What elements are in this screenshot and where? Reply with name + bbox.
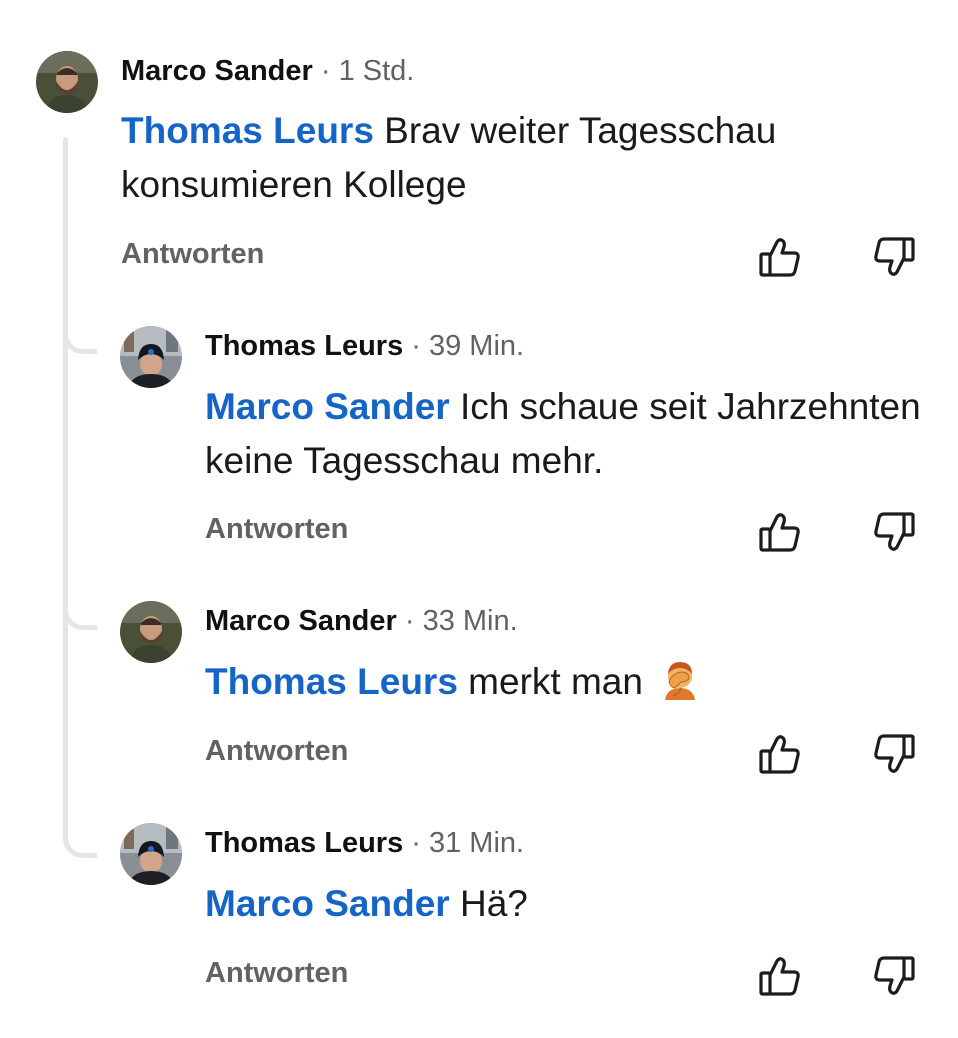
comment-time: · 31 Min. [411,827,525,859]
comment-time: · 39 Min. [411,330,525,362]
facepalm-emoji [659,658,701,715]
comment-time: · 1 Std. [320,55,415,87]
comment-author[interactable]: Thomas Leurs · 39 Min. [205,330,524,363]
reply-button[interactable]: Antworten [121,238,264,271]
thumbs-down-icon[interactable] [871,953,917,999]
reply-button[interactable]: Antworten [205,513,348,546]
thumbs-up-icon[interactable] [757,953,803,999]
comment-author[interactable]: Thomas Leurs · 31 Min. [205,827,524,860]
avatar[interactable] [120,326,182,388]
thumbs-up-icon[interactable] [757,731,803,777]
thumbs-down-icon[interactable] [871,234,917,280]
comment-body: Thomas Leurs Brav weiter Tagesschau kons… [121,104,901,212]
thread-line-vertical [63,137,68,837]
comment-author[interactable]: Marco Sander · 33 Min. [205,605,518,638]
mention-link[interactable]: Thomas Leurs [205,661,458,702]
avatar[interactable] [36,51,98,113]
reply-button[interactable]: Antworten [205,735,348,768]
comment-body: Thomas Leurs merkt man [205,655,925,715]
comment-text: Hä? [449,883,528,924]
author-name[interactable]: Thomas Leurs [205,330,403,362]
comment-text: merkt man [457,661,654,702]
thread-line-branch-2 [63,606,97,630]
comment-author[interactable]: Marco Sander · 1 Std. [121,55,414,88]
thumbs-up-icon[interactable] [757,234,803,280]
comment-body: Marco Sander Ich schaue seit Jahrzehnten… [205,380,925,488]
author-name[interactable]: Marco Sander [205,605,397,637]
mention-link[interactable]: Marco Sander [205,883,450,924]
thumbs-up-icon[interactable] [757,509,803,555]
comment-body: Marco Sander Hä? [205,877,925,931]
mention-link[interactable]: Marco Sander [205,386,450,427]
thumbs-down-icon[interactable] [871,731,917,777]
thumbs-down-icon[interactable] [871,509,917,555]
author-name[interactable]: Marco Sander [121,55,313,87]
mention-link[interactable]: Thomas Leurs [121,110,374,151]
avatar[interactable] [120,823,182,885]
avatar[interactable] [120,601,182,663]
reply-button[interactable]: Antworten [205,957,348,990]
thread-line-branch-1 [63,330,97,354]
comment-time: · 33 Min. [404,605,518,637]
thread-line-branch-3 [63,828,97,858]
author-name[interactable]: Thomas Leurs [205,827,403,859]
